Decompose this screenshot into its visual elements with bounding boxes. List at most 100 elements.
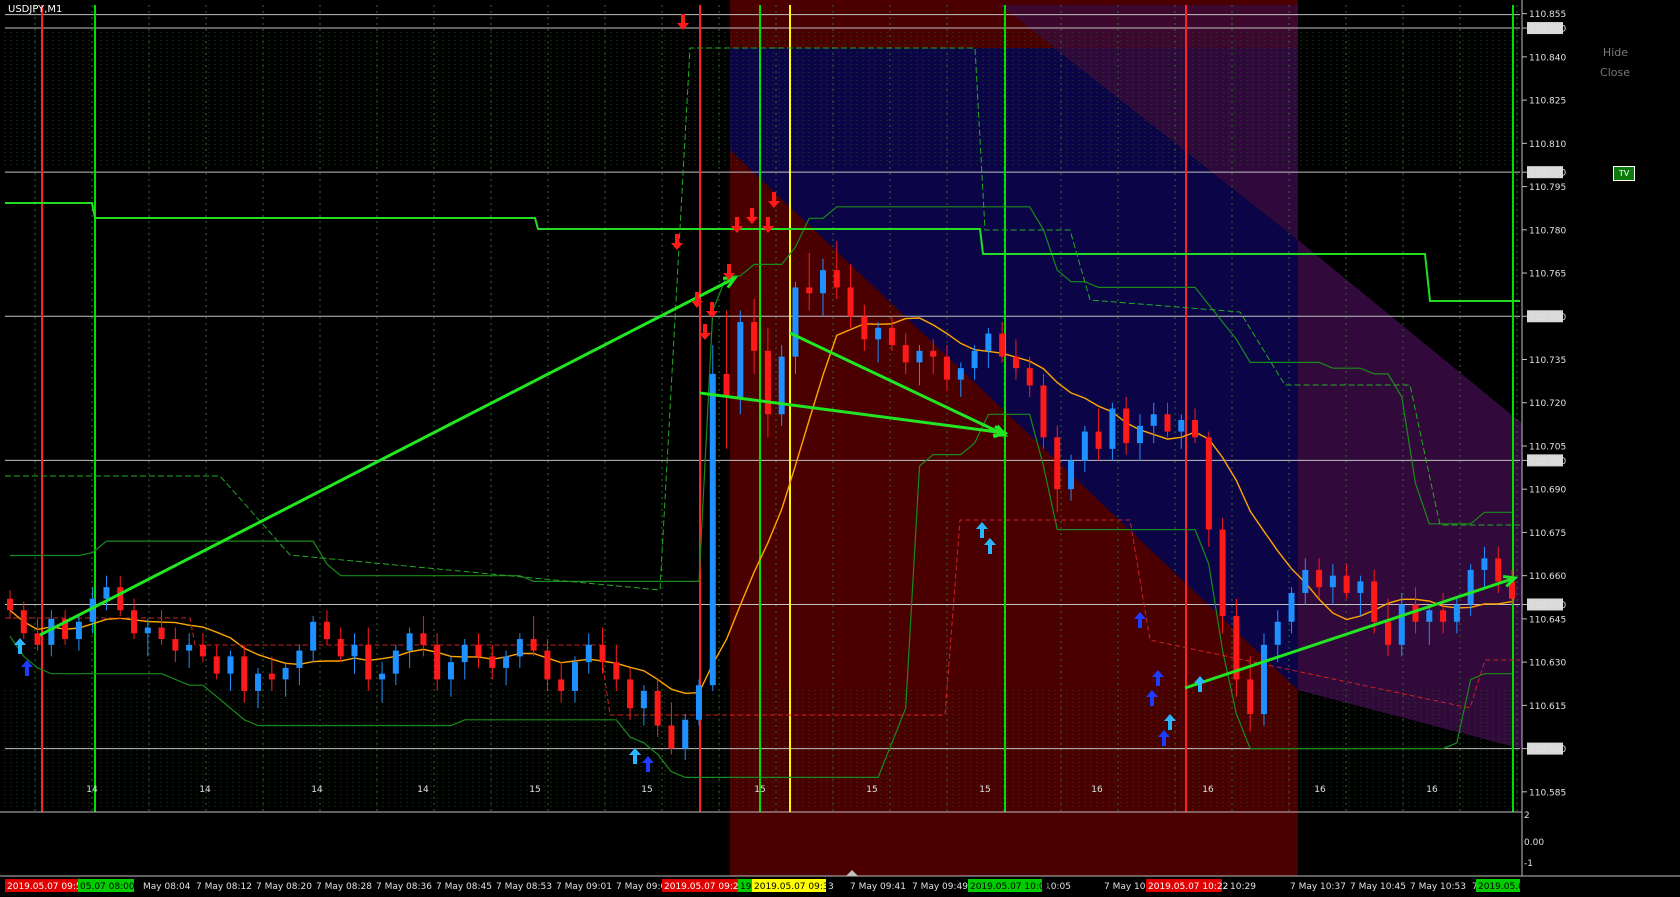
time-label: 7 May 08:28 <box>316 882 372 892</box>
candle-body <box>268 673 275 680</box>
period-label: 15 <box>529 785 540 795</box>
time-label: 7 May 10:53 <box>1410 882 1466 892</box>
time-label: 7 May 09:01 <box>556 882 612 892</box>
candle-body <box>668 725 675 749</box>
period-label: 14 <box>417 785 429 795</box>
candle-body <box>792 287 799 357</box>
candle-body <box>723 373 730 397</box>
candle-body <box>1288 592 1295 622</box>
sub-axis-label: -1 <box>1524 859 1533 869</box>
candle-body <box>34 633 41 645</box>
candle-body <box>379 673 386 680</box>
period-label: 14 <box>86 785 98 795</box>
candle-body <box>434 644 441 680</box>
time-label: 7 May 09:49 <box>912 882 968 892</box>
candle-body <box>1247 679 1254 715</box>
candle-body <box>20 610 27 634</box>
candle-body <box>227 656 234 674</box>
time-tag: 2019.05.07 09:53 <box>7 882 87 892</box>
candle-body <box>1178 420 1185 432</box>
candle-body <box>833 270 840 288</box>
candle-body <box>1453 604 1460 622</box>
candle-body <box>461 644 468 663</box>
candle-body <box>558 679 565 691</box>
candle-body <box>627 679 634 709</box>
candle-body <box>199 644 206 657</box>
time-label: 7 May 10:45 <box>1350 882 1406 892</box>
close-button[interactable]: Close <box>1600 66 1630 79</box>
time-tag: 2019.05.07 09:22 <box>664 882 744 892</box>
time-label: 7 May 08:45 <box>436 882 492 892</box>
time-label: 7 May 10:37 <box>1290 882 1346 892</box>
price-label: 110.645 <box>1529 615 1566 625</box>
candle-body <box>75 621 82 640</box>
time-tag: 3 <box>828 882 834 892</box>
time-label: 7 May 09:41 <box>850 882 906 892</box>
candle-body <box>337 639 344 657</box>
price-label: 110.855 <box>1529 10 1566 20</box>
price-label: 110.650 <box>1529 601 1566 611</box>
time-label: May 08:04 <box>143 882 191 892</box>
candle-body <box>144 627 151 634</box>
period-label: 16 <box>1314 785 1326 795</box>
price-chart[interactable]: 110.855 110.850 110.840 110.825 110.810 110.8… <box>0 0 1680 897</box>
candle-body <box>117 587 124 611</box>
candle-body <box>1095 431 1102 449</box>
candle-body <box>1371 581 1378 622</box>
candle-body <box>1054 437 1061 490</box>
hide-button[interactable]: Hide <box>1603 46 1628 59</box>
candle-body <box>999 333 1006 357</box>
candle-body <box>778 356 785 415</box>
price-label: 110.800 <box>1529 169 1566 179</box>
candle-body <box>1150 414 1157 426</box>
candle-body <box>255 673 262 691</box>
time-tag: 2019.05.07 10:03 <box>970 882 1050 892</box>
candle-body <box>1274 621 1281 645</box>
candle-body <box>861 316 868 340</box>
candle-body <box>475 644 482 657</box>
candle-body <box>654 690 661 726</box>
price-label: 110.750 <box>1529 313 1566 323</box>
candle-body <box>489 656 496 668</box>
period-label: 16 <box>1091 785 1103 795</box>
candle-body <box>530 639 537 651</box>
price-label: 110.795 <box>1529 183 1566 193</box>
time-label: 10:29 <box>1230 882 1256 892</box>
price-label: 110.705 <box>1529 442 1566 452</box>
candle-body <box>695 685 702 720</box>
candle-body <box>902 345 909 363</box>
candle-body <box>571 662 578 691</box>
candle-body <box>1123 408 1130 444</box>
price-axis: 110.855 110.850 110.840 110.825 110.810 110.8… <box>1521 0 1680 897</box>
candle-body <box>103 587 110 599</box>
candle-body <box>544 650 551 680</box>
price-label: 110.810 <box>1529 140 1566 150</box>
candle-body <box>1316 569 1323 588</box>
candle-body <box>888 327 895 346</box>
symbol-title: USDJPY,M1 <box>8 4 63 15</box>
candle-body <box>930 350 937 357</box>
candle-body <box>957 368 964 380</box>
candle-body <box>806 287 813 294</box>
candle-body <box>1467 569 1474 605</box>
candle-body <box>1136 425 1143 444</box>
candle-body <box>7 598 13 611</box>
candle-body <box>420 633 427 645</box>
price-label: 110.675 <box>1529 529 1566 539</box>
tv-badge[interactable]: TV <box>1613 166 1635 181</box>
candle-body <box>1440 610 1447 622</box>
price-label: 110.630 <box>1529 659 1566 669</box>
candle-body <box>1357 581 1364 593</box>
candle-body <box>1481 558 1488 570</box>
candle-body <box>503 656 510 668</box>
candle-body <box>516 639 523 657</box>
candle-body <box>585 644 592 663</box>
candle-body <box>751 322 758 351</box>
price-label: 110.690 <box>1529 486 1566 496</box>
time-tag: 2019.05.07 10:22 <box>1148 882 1228 892</box>
candle-body <box>1205 437 1212 530</box>
price-label: 110.700 <box>1529 457 1566 467</box>
candle-body <box>447 662 454 680</box>
candle-body <box>1426 610 1433 622</box>
candle-body <box>213 656 220 674</box>
